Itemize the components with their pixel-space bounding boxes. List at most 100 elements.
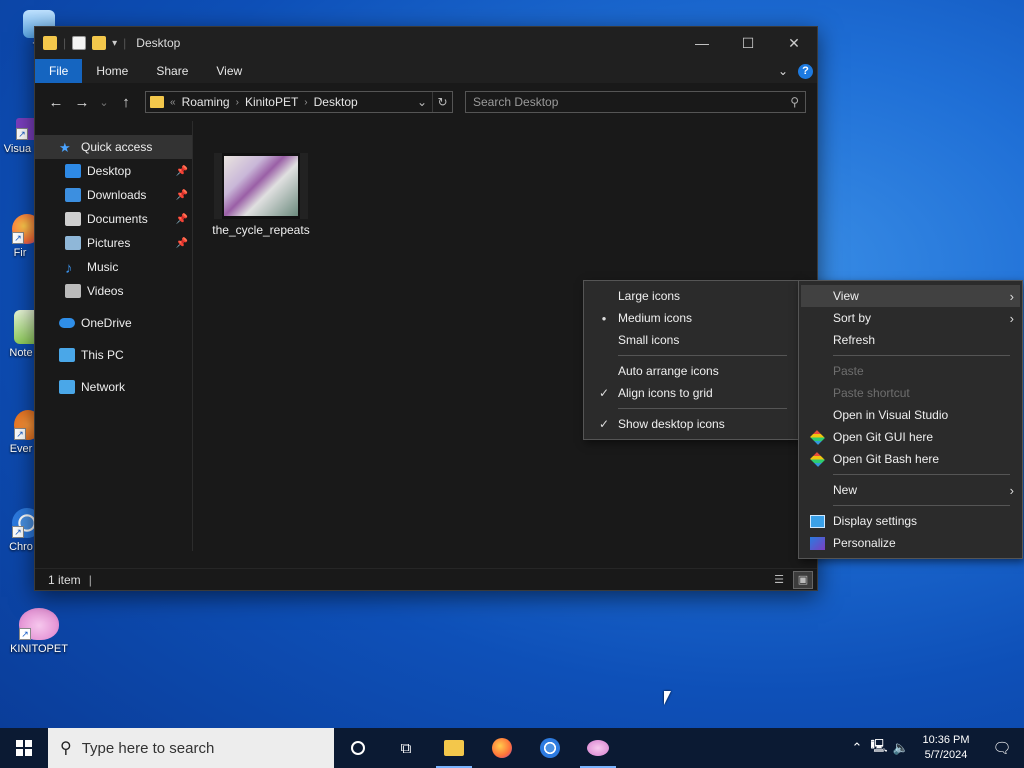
checkmark-icon: ✓ (598, 386, 610, 400)
maximize-button[interactable]: ☐ (725, 27, 771, 59)
breadcrumb-separator-icon[interactable]: › (304, 97, 307, 108)
menu-item-display-settings[interactable]: Display settings (801, 510, 1020, 532)
ribbon-tabs: File Home Share View ⌄ ? (35, 59, 817, 83)
menu-item-open-in-visual-studio[interactable]: Open in Visual Studio (801, 404, 1020, 426)
menu-item-label: Show desktop icons (618, 417, 725, 431)
sidebar-item-onedrive[interactable]: OneDrive (35, 311, 192, 335)
breadcrumb-kinitopet[interactable]: KinitoPET (245, 95, 298, 109)
refresh-icon[interactable]: ↻ (432, 92, 452, 112)
taskbar-search-placeholder: Type here to search (81, 739, 215, 757)
sidebar-item-pictures[interactable]: Pictures 📌 (35, 231, 192, 255)
search-icon: ⚲ (60, 740, 72, 757)
menu-item-label: Large icons (618, 289, 681, 303)
chevron-right-icon: › (1009, 482, 1014, 498)
desktop-icon-kinitopet[interactable]: ↗ KINITOPET (4, 608, 74, 655)
menu-separator (618, 355, 787, 356)
sidebar-item-label: Downloads (87, 188, 147, 202)
menu-item-small-icons[interactable]: Small icons (586, 329, 797, 351)
sidebar-item-network[interactable]: Network (35, 375, 192, 399)
breadcrumb-separator-icon[interactable]: › (236, 97, 239, 108)
menu-item-view[interactable]: View › (801, 285, 1020, 307)
download-icon (65, 188, 81, 202)
task-view-button[interactable]: ⧉ (382, 728, 430, 768)
taskbar-file-explorer[interactable] (430, 728, 478, 768)
chevron-down-icon[interactable]: ▾ (112, 38, 117, 49)
volume-muted-icon[interactable]: 🔈 (890, 740, 912, 756)
folder-icon (43, 36, 57, 50)
network-icon[interactable]: 🖳 (868, 737, 890, 759)
breadcrumb-desktop[interactable]: Desktop (314, 95, 358, 109)
tab-share[interactable]: Share (142, 59, 202, 83)
tab-view[interactable]: View (202, 59, 256, 83)
start-button[interactable] (0, 728, 48, 768)
picture-icon (65, 236, 81, 250)
large-icons-view-icon[interactable]: ▣ (793, 570, 813, 589)
close-button[interactable]: ✕ (771, 27, 817, 59)
kinitopet-icon (587, 740, 609, 756)
tab-home[interactable]: Home (82, 59, 142, 83)
menu-item-medium-icons[interactable]: ● Medium icons (586, 307, 797, 329)
taskbar-search[interactable]: ⚲ Type here to search (48, 728, 334, 768)
sidebar-item-music[interactable]: ♪ Music (35, 255, 192, 279)
breadcrumb-overflow-icon[interactable]: « (170, 97, 176, 108)
tab-file[interactable]: File (35, 59, 83, 83)
menu-separator (833, 355, 1010, 356)
sidebar-item-videos[interactable]: Videos (35, 279, 192, 303)
recent-locations-icon[interactable]: ⌄ (95, 96, 113, 109)
expand-ribbon-icon[interactable]: ⌄ (778, 64, 788, 78)
menu-item-personalize[interactable]: Personalize (801, 532, 1020, 554)
details-view-icon[interactable]: ☰ (769, 571, 789, 589)
menu-item-label: Align icons to grid (618, 386, 713, 400)
breadcrumb-roaming[interactable]: Roaming (182, 95, 230, 109)
properties-icon[interactable] (72, 36, 87, 50)
search-box[interactable]: Search Desktop ⚲ (465, 91, 806, 113)
menu-item-show-desktop-icons[interactable]: ✓ Show desktop icons (586, 413, 797, 435)
menu-item-sort-by[interactable]: Sort by › (801, 307, 1020, 329)
up-arrow-icon[interactable]: ↑ (113, 94, 139, 111)
taskbar-firefox[interactable] (478, 728, 526, 768)
menu-item-auto-arrange-icons[interactable]: Auto arrange icons (586, 360, 797, 382)
clock[interactable]: 10:36 PM 5/7/2024 (912, 733, 980, 763)
menu-item-new[interactable]: New › (801, 479, 1020, 501)
menu-item-open-git-bash-here[interactable]: Open Git Bash here (801, 448, 1020, 470)
computer-icon (59, 348, 75, 362)
mouse-cursor-icon (664, 691, 671, 705)
sidebar-item-downloads[interactable]: Downloads 📌 (35, 183, 192, 207)
title-bar[interactable]: | ▾ | Desktop — ☐ ✕ (35, 27, 817, 59)
menu-item-large-icons[interactable]: Large icons (586, 285, 797, 307)
sidebar-item-quick-access[interactable]: ★ Quick access (35, 135, 192, 159)
chevron-right-icon: › (1009, 288, 1014, 304)
new-folder-icon[interactable] (92, 36, 107, 50)
show-hidden-icons-icon[interactable]: ⌃ (846, 740, 868, 756)
radio-bullet-icon: ● (601, 313, 607, 323)
menu-item-label: Open in Visual Studio (833, 408, 949, 422)
address-dropdown-icon[interactable]: ⌄ (412, 92, 432, 112)
menu-item-label: Open Git GUI here (833, 430, 934, 444)
sidebar-item-documents[interactable]: Documents 📌 (35, 207, 192, 231)
sidebar-item-label: Network (81, 380, 126, 394)
cortana-button[interactable] (334, 728, 382, 768)
file-name: the_cycle_repeats (212, 223, 310, 237)
taskbar: ⚲ Type here to search ⧉ ⌃ 🖳 🔈 10:36 PM 5… (0, 728, 1024, 768)
taskbar-kinitopet[interactable] (574, 728, 622, 768)
file-item[interactable]: the_cycle_repeats (211, 153, 311, 237)
menu-item-refresh[interactable]: Refresh (801, 329, 1020, 351)
menu-item-label: New (833, 483, 858, 497)
shortcut-arrow-icon: ↗ (12, 232, 24, 244)
address-bar[interactable]: « Roaming › KinitoPET › Desktop ⌄ ↻ (145, 91, 453, 113)
sidebar-item-this-pc[interactable]: This PC (35, 343, 192, 367)
video-icon (65, 284, 81, 298)
menu-item-open-git-gui-here[interactable]: Open Git GUI here (801, 426, 1020, 448)
notifications-icon[interactable]: 🗨 (980, 739, 1024, 757)
pin-icon: 📌 (175, 189, 188, 201)
shortcut-arrow-icon: ↗ (14, 428, 26, 440)
menu-item-align-icons-to-grid[interactable]: ✓ Align icons to grid (586, 382, 797, 404)
taskbar-chrome[interactable] (526, 728, 574, 768)
sidebar-item-desktop[interactable]: Desktop 📌 (35, 159, 192, 183)
minimize-button[interactable]: — (679, 27, 725, 59)
menu-separator (833, 505, 1010, 506)
help-icon[interactable]: ? (798, 63, 813, 79)
back-arrow-icon[interactable]: ← (43, 94, 69, 111)
cortana-icon (351, 741, 365, 755)
forward-arrow-icon[interactable]: → (69, 94, 95, 111)
